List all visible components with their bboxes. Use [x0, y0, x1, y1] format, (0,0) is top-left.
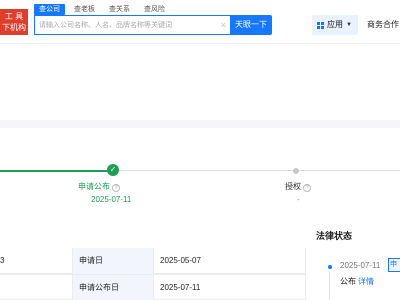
grid-icon — [317, 21, 324, 29]
legal-status-title: 法律状态 — [316, 231, 353, 241]
check-icon: ✓ — [107, 164, 119, 176]
help-icon[interactable]: ? — [303, 184, 311, 192]
table-cell — [0, 275, 72, 300]
apps-label: 应用 — [327, 20, 343, 29]
table-row: 申请公布日 2025-07-11 — [0, 274, 306, 300]
tab-search-company[interactable]: 查公司 — [34, 4, 65, 15]
logo-line-1: 工 具 — [4, 12, 24, 21]
table-cell: 3 — [0, 256, 5, 265]
timeline-pending-dot — [293, 168, 299, 174]
search-box: × — [34, 15, 230, 35]
search-button[interactable]: 天眼一下 — [230, 15, 272, 35]
timeline-step-date: - — [297, 195, 300, 204]
chevron-down-icon: ▼ — [346, 22, 352, 28]
timeline-pending-line — [113, 170, 400, 171]
business-cooperation-link[interactable]: 商务合作 — [367, 15, 399, 35]
timeline-step-date: 2025-07-11 — [91, 195, 132, 204]
timeline-step-title: 申请公布? — [78, 182, 120, 192]
legal-status-line — [329, 270, 330, 300]
legal-status-detail-link[interactable]: 详情 — [358, 277, 374, 287]
search-tabs: 查公司 查老板 查关系 查风险 — [34, 4, 174, 15]
help-icon[interactable]: ? — [112, 184, 120, 192]
table-row: 3 申请日 2025-05-07 — [0, 248, 306, 274]
legal-status-date: 2025-07-11 — [340, 261, 381, 270]
table-key: 申请公布日 — [72, 275, 154, 300]
timeline-step-title: 授权? — [285, 182, 311, 192]
table-key: 申请日 — [72, 248, 154, 274]
logo-line-2: 下机构 — [2, 23, 26, 32]
apps-button[interactable]: 应用 ▼ — [312, 15, 358, 35]
legal-status-tag: 申 — [388, 258, 400, 272]
step-title-text: 授权 — [285, 182, 301, 191]
legal-status-dot — [328, 265, 332, 269]
table-value: 2025-05-07 — [154, 248, 306, 274]
legal-status-event: 公布 — [340, 277, 356, 286]
timeline-progress-line — [0, 170, 113, 172]
site-logo[interactable]: 工 具 下机构 — [0, 9, 28, 35]
tab-search-boss[interactable]: 查老板 — [69, 4, 100, 15]
tab-search-risk[interactable]: 查风险 — [139, 4, 170, 15]
section-divider — [0, 120, 400, 128]
search-input[interactable] — [39, 16, 215, 34]
step-title-text: 申请公布 — [78, 182, 110, 191]
table-value: 2025-07-11 — [154, 275, 306, 300]
tab-search-relation[interactable]: 查关系 — [104, 4, 135, 15]
top-header: 工 具 下机构 查公司 查老板 查关系 查风险 × 天眼一下 应用 ▼ 商务合作 — [0, 0, 400, 44]
clear-icon[interactable]: × — [221, 19, 226, 31]
